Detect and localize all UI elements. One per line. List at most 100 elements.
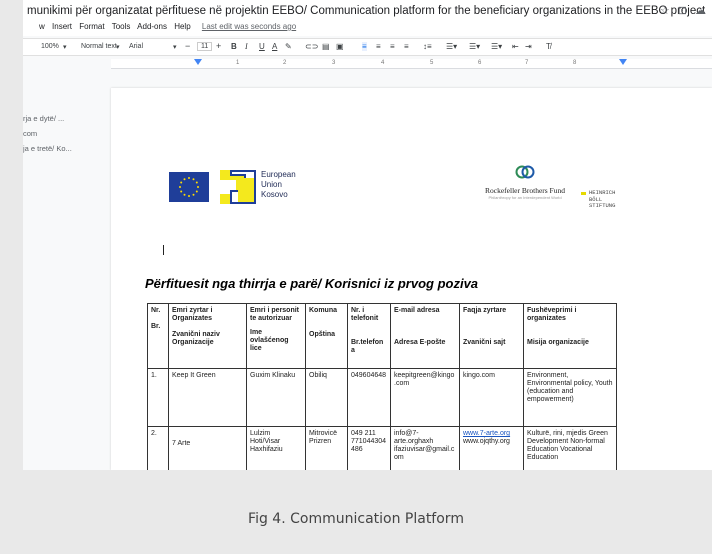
hbs-mark-icon bbox=[581, 192, 586, 195]
figure-caption: Fig 4. Communication Platform bbox=[248, 511, 464, 527]
table-row: 1. Keep It Green Guxim Klinaku Obiliq 04… bbox=[147, 368, 617, 427]
last-edit-link[interactable]: Last edit was seconds ago bbox=[202, 22, 296, 31]
toolbar: 100% ▾ Normal text ▾ Arial ▾ − 11 + B I … bbox=[23, 38, 712, 56]
outline-item[interactable]: ja e tretë/ Ko... bbox=[23, 144, 108, 153]
eu-text-line: Union bbox=[261, 180, 282, 189]
cloud-status-icon[interactable]: ☁ bbox=[695, 4, 706, 17]
eu-logo-text: European Union Kosovo bbox=[261, 170, 296, 200]
cell-person: Lulzim Hoti/Visar Haxhifaziu bbox=[246, 426, 306, 470]
decrease-indent-icon[interactable]: ⇤ bbox=[512, 42, 519, 51]
bold-button[interactable]: B bbox=[231, 42, 237, 51]
numbered-list-icon[interactable]: ☰▾ bbox=[491, 42, 502, 51]
hbs-text-line: STIFTUNG bbox=[589, 202, 616, 209]
cell-phone: 049604648 bbox=[347, 368, 391, 427]
ruler-number: 7 bbox=[525, 60, 529, 66]
text-cursor bbox=[163, 245, 164, 255]
table-row: 2. 7 Arte Lulzim Hoti/Visar Haxhifaziu M… bbox=[147, 426, 617, 470]
document-outline: rja e dytë/ ... com ja e tretë/ Ko... bbox=[23, 70, 108, 153]
rbf-tagline: Philanthropy for an Interdependent World bbox=[488, 195, 562, 200]
menu-help[interactable]: Help bbox=[174, 22, 190, 31]
beneficiaries-table: Nr. Br. Emri zyrtar i Organizates Zvanični… bbox=[147, 303, 617, 470]
justify-icon[interactable]: ≡ bbox=[404, 42, 409, 51]
italic-button[interactable]: I bbox=[245, 42, 248, 51]
cell-person: Guxim Klinaku bbox=[246, 368, 306, 427]
align-right-icon[interactable]: ≡ bbox=[390, 42, 395, 51]
style-select[interactable]: Normal text bbox=[81, 43, 117, 50]
header-cell-nr: Nr. Br. bbox=[147, 303, 169, 369]
comment-icon[interactable]: ▤ bbox=[322, 42, 330, 51]
cell-mission: Kulturë, rini, mjedis Green Development … bbox=[523, 426, 617, 470]
ruler-number: 4 bbox=[381, 60, 385, 66]
website-link[interactable]: www.7-arte.org bbox=[463, 430, 520, 438]
cell-komuna: Obiliq bbox=[305, 368, 348, 427]
eu-text-line: Kosovo bbox=[261, 190, 288, 199]
align-left-icon[interactable]: ≡ bbox=[362, 42, 367, 51]
eu-flag-logo bbox=[169, 172, 209, 202]
title-bar: munikimi për organizatat përfituese në p… bbox=[23, 0, 712, 22]
increase-indent-icon[interactable]: ⇥ bbox=[525, 42, 532, 51]
ruler-number: 5 bbox=[430, 60, 434, 66]
ruler-number: 6 bbox=[478, 60, 482, 66]
line-spacing-icon[interactable]: ↕≡ bbox=[423, 42, 432, 51]
indent-marker[interactable] bbox=[194, 59, 202, 65]
chevron-down-icon[interactable]: ▾ bbox=[173, 43, 177, 51]
docs-screenshot: munikimi për organizatat përfituese në p… bbox=[23, 0, 712, 470]
ruler: 1 2 3 4 5 6 7 8 bbox=[111, 59, 712, 69]
cell-nr: 1. bbox=[147, 368, 169, 427]
menu-bar: w Insert Format Tools Add-ons Help Last … bbox=[23, 22, 712, 36]
cell-org: 7 Arte bbox=[168, 426, 247, 470]
website-text: www.ojqthy.org bbox=[463, 438, 510, 445]
cell-komuna: Mitrovicë Prizren bbox=[305, 426, 348, 470]
document-heading: Përfituesit nga thirrja e parë/ Korisnic… bbox=[145, 276, 479, 291]
header-cell-org: Emri zyrtar i Organizates Zvanični naziv … bbox=[168, 303, 247, 369]
clear-formatting-icon[interactable]: T̸ bbox=[546, 42, 551, 51]
font-select[interactable]: Arial bbox=[129, 43, 143, 50]
decrease-font-size-button[interactable]: − bbox=[185, 41, 190, 51]
heinrich-boll-logo: HEINRICH BÖLL STIFTUNG bbox=[581, 189, 616, 210]
ruler-number: 3 bbox=[332, 60, 336, 66]
menu-insert[interactable]: Insert bbox=[52, 22, 72, 31]
header-cell-person: Emri i personit te autorizuar Ime ovlašće… bbox=[246, 303, 306, 369]
header-cell-mission: Fushëveprimi i organizates Misija organiz… bbox=[523, 303, 617, 369]
star-icon[interactable]: ☆ bbox=[660, 4, 670, 17]
rockefeller-logo: Rockefeller Brothers Fund Philanthropy f… bbox=[479, 165, 571, 200]
cell-email: keepitgreen@kingo .com bbox=[390, 368, 460, 427]
right-indent-marker[interactable] bbox=[619, 59, 627, 65]
document-page[interactable]: European Union Kosovo Rockefeller Brothe… bbox=[111, 88, 712, 470]
align-center-icon[interactable]: ≡ bbox=[376, 42, 381, 51]
image-icon[interactable]: ▣ bbox=[336, 42, 344, 51]
move-folder-icon[interactable]: ⊡ bbox=[678, 4, 687, 17]
document-title[interactable]: munikimi për organizatat përfituese në p… bbox=[27, 5, 705, 17]
highlight-icon[interactable]: ✎ bbox=[285, 42, 292, 51]
font-size-input[interactable]: 11 bbox=[197, 42, 213, 51]
menu-addons[interactable]: Add-ons bbox=[137, 22, 167, 31]
bulleted-list-icon[interactable]: ☰▾ bbox=[469, 42, 480, 51]
outline-item[interactable]: com bbox=[23, 129, 108, 138]
link-icon[interactable]: ⊂⊃ bbox=[305, 42, 318, 51]
ruler-number: 2 bbox=[283, 60, 287, 66]
chevron-down-icon[interactable]: ▾ bbox=[63, 43, 67, 51]
cell-web: www.7-arte.org www.ojqthy.org bbox=[459, 426, 524, 470]
text-color-button[interactable]: A bbox=[272, 42, 277, 51]
menu-format[interactable]: Format bbox=[79, 22, 104, 31]
increase-font-size-button[interactable]: + bbox=[216, 41, 221, 51]
eu-text-line: European bbox=[261, 170, 296, 179]
cell-phone: 049 211 771044304 486 bbox=[347, 426, 391, 470]
cell-email: info@7-arte.orghaxh ifaziuvisar@gmail.c … bbox=[390, 426, 460, 470]
outline-item[interactable]: rja e dytë/ ... bbox=[23, 114, 108, 123]
rbf-mark-icon bbox=[515, 165, 535, 179]
table-header-row: Nr. Br. Emri zyrtar i Organizates Zvanični… bbox=[147, 303, 617, 369]
menu-tools[interactable]: Tools bbox=[112, 22, 131, 31]
checklist-icon[interactable]: ☰▾ bbox=[446, 42, 457, 51]
underline-button[interactable]: U bbox=[259, 42, 265, 51]
ruler-number: 1 bbox=[236, 60, 240, 66]
menu-view[interactable]: w bbox=[39, 22, 45, 31]
kosovo-map-logo bbox=[216, 168, 260, 206]
zoom-select[interactable]: 100% bbox=[41, 43, 59, 50]
cell-nr: 2. bbox=[147, 426, 169, 470]
rbf-name: Rockefeller Brothers Fund bbox=[485, 186, 565, 195]
cell-mission: Environment, Environmental policy, Youth… bbox=[523, 368, 617, 427]
ruler-number: 8 bbox=[573, 60, 577, 66]
header-cell-email: E-mail adresa Adresa E-pošte bbox=[390, 303, 460, 369]
chevron-down-icon[interactable]: ▾ bbox=[116, 43, 120, 51]
